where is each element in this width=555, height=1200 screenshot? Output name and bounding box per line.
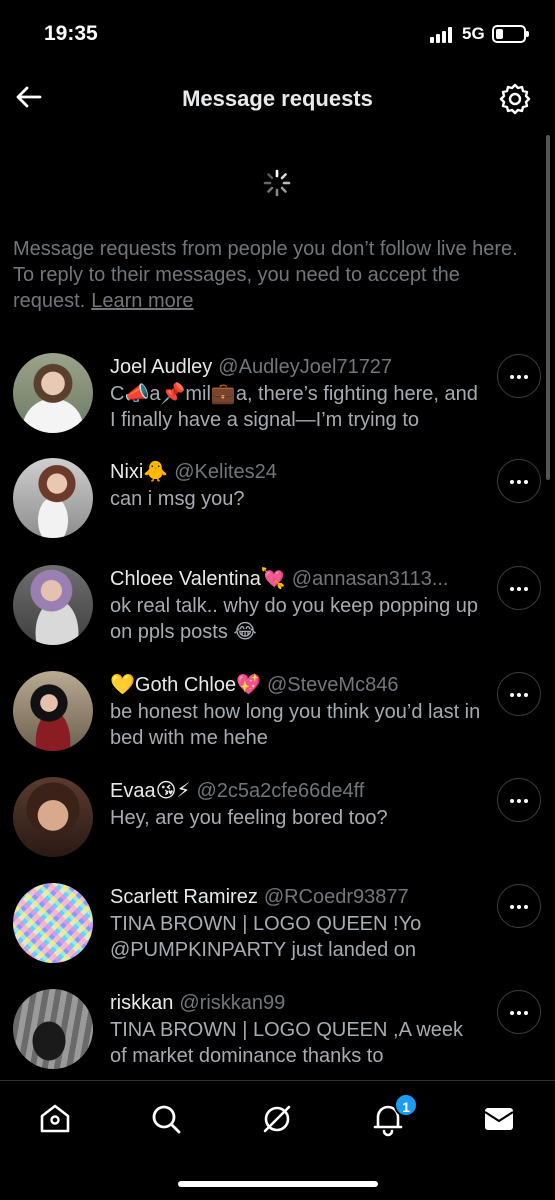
request-row-4[interactable]: 💛Goth Chloe💖 @SteveMc846 be honest how lo… <box>0 663 555 763</box>
learn-more-link[interactable]: Learn more <box>91 290 193 312</box>
request-row-2[interactable]: Nixi🐥 @Kelites24 can i msg you? <box>0 450 555 550</box>
loading-spinner-icon <box>262 168 292 198</box>
user-handle: @2c5a2cfe66de4ff <box>196 780 365 802</box>
message-preview: can i msg you? <box>110 488 245 510</box>
request-row-1[interactable]: Joel Audley @AudleyJoel71727 C📣a📌mil💼a, t… <box>0 345 555 445</box>
grok-icon[interactable] <box>257 1099 297 1139</box>
user-handle: @AudleyJoel71727 <box>218 356 393 378</box>
header: Message requests <box>0 70 555 128</box>
notification-badge: 1 <box>394 1093 418 1117</box>
message-preview: Hey, are you feeling bored too? <box>110 807 388 829</box>
avatar[interactable] <box>13 989 93 1069</box>
display-name: riskkan <box>110 992 174 1014</box>
request-row-6[interactable]: Scarlett Ramirez @RCoedr93877 TINA BROWN … <box>0 875 555 975</box>
settings-gear-icon[interactable] <box>498 82 532 116</box>
more-options-button[interactable] <box>497 884 541 928</box>
name-line: Joel Audley @AudleyJoel71727 <box>110 354 485 380</box>
name-line: 💛Goth Chloe💖 @SteveMc846 <box>110 672 485 698</box>
message-preview: TINA BROWN | LOGO QUEEN !Yo @PUMPKINPART… <box>110 913 422 961</box>
request-row-5[interactable]: Evaa😘⚡ @2c5a2cfe66de4ff Hey, are you feel… <box>0 769 555 869</box>
signal-icon <box>430 27 456 43</box>
message-preview: TINA BROWN | LOGO QUEEN ,A week of marke… <box>110 1019 464 1067</box>
more-options-button[interactable] <box>497 566 541 610</box>
message-preview: ok real talk.. why do you keep popping u… <box>110 595 479 643</box>
name-line: Nixi🐥 @Kelites24 <box>110 459 485 485</box>
home-indicator[interactable] <box>178 1181 378 1187</box>
user-handle: @annasan3113... <box>291 568 449 590</box>
name-line: Chloee Valentina💘 @annasan3113... <box>110 566 485 592</box>
more-options-button[interactable] <box>497 990 541 1034</box>
avatar[interactable] <box>13 565 93 645</box>
avatar[interactable] <box>13 777 93 857</box>
messages-icon[interactable] <box>479 1099 519 1139</box>
search-icon[interactable] <box>146 1099 186 1139</box>
page-title: Message requests <box>182 86 373 111</box>
display-name: Nixi🐥 <box>110 461 169 483</box>
avatar[interactable] <box>13 458 93 538</box>
more-options-button[interactable] <box>497 672 541 716</box>
user-handle: @riskkan99 <box>179 992 286 1014</box>
display-name: Scarlett Ramirez <box>110 886 258 908</box>
message-preview: be honest how long you think you’d last … <box>110 701 481 749</box>
user-handle: @SteveMc846 <box>266 674 399 696</box>
name-line: riskkan @riskkan99 <box>110 990 485 1016</box>
battery-icon <box>492 25 529 43</box>
more-options-button[interactable] <box>497 778 541 822</box>
display-name: 💛Goth Chloe💖 <box>110 674 261 696</box>
avatar[interactable] <box>13 671 93 751</box>
display-name: Joel Audley <box>110 356 213 378</box>
home-icon[interactable] <box>35 1099 75 1139</box>
request-row-7[interactable]: riskkan @riskkan99 TINA BROWN | LOGO QUEE… <box>0 981 555 1081</box>
user-handle: @RCoedr93877 <box>263 886 409 908</box>
request-row-3[interactable]: Chloee Valentina💘 @annasan3113... ok real… <box>0 557 555 657</box>
user-handle: @Kelites24 <box>174 461 277 483</box>
info-description: Message requests from people you don’t f… <box>13 238 518 312</box>
avatar[interactable] <box>13 353 93 433</box>
name-line: Scarlett Ramirez @RCoedr93877 <box>110 884 485 910</box>
more-options-button[interactable] <box>497 459 541 503</box>
info-text: Message requests from people you don’t f… <box>13 236 533 314</box>
message-preview: C📣a📌mil💼a, there’s fighting here, and I … <box>110 383 478 431</box>
name-line: Evaa😘⚡ @2c5a2cfe66de4ff <box>110 778 485 804</box>
avatar[interactable] <box>13 883 93 963</box>
more-options-button[interactable] <box>497 354 541 398</box>
status-time: 19:35 <box>44 22 98 45</box>
network-label: 5G <box>462 24 485 43</box>
status-bar: 19:35 5G <box>0 0 555 70</box>
display-name: Evaa😘⚡ <box>110 780 191 802</box>
display-name: Chloee Valentina💘 <box>110 568 286 590</box>
